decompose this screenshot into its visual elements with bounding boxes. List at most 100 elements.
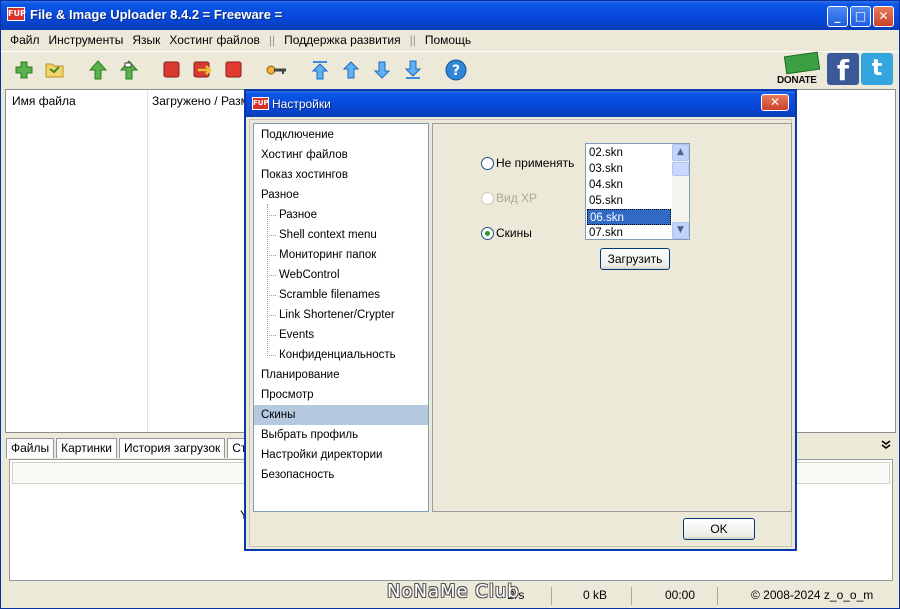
radio-circle bbox=[481, 191, 494, 205]
radio-skins[interactable]: Скины bbox=[481, 226, 532, 240]
ok-button[interactable]: OK bbox=[683, 518, 755, 540]
dialog-body: Подключение Хостинг файлов Показ хостингов… bbox=[249, 119, 792, 547]
column-divider bbox=[147, 90, 148, 432]
tab-images[interactable]: Картинки bbox=[56, 438, 117, 458]
minimize-button[interactable]: _ bbox=[827, 6, 848, 27]
tree-connector bbox=[267, 275, 276, 276]
tree-item-label: Scramble filenames bbox=[279, 289, 380, 301]
menu-language[interactable]: Язык bbox=[132, 33, 160, 47]
radio-circle[interactable] bbox=[481, 226, 494, 240]
facebook-icon[interactable]: f bbox=[827, 53, 859, 87]
tree-item-label: Безопасность bbox=[261, 469, 335, 481]
radio-none[interactable]: Не применять bbox=[481, 156, 574, 170]
donate-button[interactable]: DONATE bbox=[777, 51, 825, 86]
tree-item-label: Настройки директории bbox=[261, 449, 383, 461]
tree-item[interactable]: Events bbox=[254, 325, 428, 345]
toolbar: ? bbox=[1, 51, 899, 87]
tree-item[interactable]: Хостинг файлов bbox=[254, 145, 428, 165]
help-icon[interactable]: ? bbox=[445, 59, 467, 81]
tree-item-label: Просмотр bbox=[261, 389, 314, 401]
close-button[interactable]: ✕ bbox=[873, 6, 894, 27]
move-bottom-icon[interactable] bbox=[402, 59, 424, 81]
tree-item-label: Скины bbox=[261, 409, 296, 421]
skin-list-item[interactable]: 02.skn bbox=[587, 145, 671, 161]
upload-all-icon[interactable] bbox=[118, 59, 140, 81]
move-down-icon[interactable] bbox=[371, 59, 393, 81]
tree-item[interactable]: Показ хостингов bbox=[254, 165, 428, 185]
tree-item-label: Link Shortener/Crypter bbox=[279, 309, 395, 321]
menu-tools[interactable]: Инструменты bbox=[49, 33, 124, 47]
delete-icon[interactable] bbox=[223, 59, 245, 81]
tree-connector bbox=[267, 335, 276, 336]
skin-listbox[interactable]: ▲ ▼ 02.skn 03.skn 04.skn 05.skn 06.skn 07.skn bbox=[585, 143, 690, 240]
listbox-scrollbar[interactable]: ▲ ▼ bbox=[672, 144, 689, 239]
tree-item-label: Подключение bbox=[261, 129, 334, 141]
tree-item-label: Мониторинг папок bbox=[279, 249, 377, 261]
tree-item[interactable]: Разное bbox=[254, 185, 428, 205]
skins-panel: Не применять Вид XP Скины ▲ ▼ 02.skn 03.s… bbox=[432, 123, 792, 512]
title-bar: FUP File & Image Uploader 8.4.2 = Freewa… bbox=[1, 1, 899, 30]
menu-help[interactable]: Помощь bbox=[425, 33, 471, 47]
move-top-icon[interactable] bbox=[309, 59, 331, 81]
chevron-down-icon[interactable] bbox=[881, 439, 891, 453]
tree-item[interactable]: Настройки директории bbox=[254, 445, 428, 465]
tree-item[interactable]: WebControl bbox=[254, 265, 428, 285]
skin-list-item[interactable]: 05.skn bbox=[587, 193, 671, 209]
tree-item[interactable]: Scramble filenames bbox=[254, 285, 428, 305]
tree-item[interactable]: Разное bbox=[254, 205, 428, 225]
donate-label: DONATE bbox=[777, 75, 817, 86]
tree-item-label: Разное bbox=[279, 209, 317, 221]
add-icon[interactable] bbox=[13, 59, 35, 81]
maximize-button[interactable]: □ bbox=[850, 6, 871, 27]
dialog-title: Настройки bbox=[272, 97, 331, 111]
tree-connector bbox=[267, 295, 276, 296]
scroll-thumb[interactable] bbox=[672, 162, 689, 176]
tree-item[interactable]: Скины bbox=[254, 405, 428, 425]
scroll-up-icon[interactable]: ▲ bbox=[672, 144, 689, 161]
load-button[interactable]: Загрузить bbox=[600, 248, 670, 270]
tree-item[interactable]: Планирование bbox=[254, 365, 428, 385]
radio-xp: Вид XP bbox=[481, 191, 537, 205]
transfer-icon[interactable] bbox=[192, 59, 214, 81]
skin-list-item[interactable]: 04.skn bbox=[587, 177, 671, 193]
tree-item[interactable]: Подключение bbox=[254, 125, 428, 145]
stop-icon[interactable] bbox=[161, 59, 183, 81]
menu-separator: || bbox=[409, 33, 416, 47]
skin-list-item[interactable]: 03.skn bbox=[587, 161, 671, 177]
tree-item[interactable]: Выбрать профиль bbox=[254, 425, 428, 445]
tree-item[interactable]: Мониторинг папок bbox=[254, 245, 428, 265]
tree-item[interactable]: Link Shortener/Crypter bbox=[254, 305, 428, 325]
tree-item-label: Планирование bbox=[261, 369, 340, 381]
menu-separator: || bbox=[268, 33, 276, 47]
menu-file[interactable]: Файл bbox=[10, 33, 40, 47]
radio-none-label: Не применять bbox=[496, 156, 575, 170]
skin-list-item[interactable]: 07.skn bbox=[587, 225, 671, 241]
tab-files[interactable]: Файлы bbox=[6, 438, 55, 458]
tree-item-label: Shell context menu bbox=[279, 229, 377, 241]
menu-file-hosting[interactable]: Хостинг файлов bbox=[169, 33, 260, 47]
scroll-down-icon[interactable]: ▼ bbox=[672, 222, 689, 239]
radio-xp-label: Вид XP bbox=[496, 191, 538, 205]
tree-connector bbox=[267, 215, 276, 216]
menu-support[interactable]: Поддержка развития bbox=[284, 33, 400, 47]
twitter-icon[interactable]: t bbox=[861, 53, 893, 85]
app-icon: FUP bbox=[7, 7, 26, 21]
keys-icon[interactable] bbox=[266, 59, 288, 81]
column-header-filename[interactable]: Имя файла bbox=[12, 94, 76, 108]
tree-item[interactable]: Shell context menu bbox=[254, 225, 428, 245]
tab-upload-history[interactable]: История загрузок bbox=[119, 438, 226, 458]
column-header-uploaded[interactable]: Загружено / Разме bbox=[152, 94, 256, 108]
upload-icon[interactable] bbox=[87, 59, 109, 81]
skin-list-item[interactable]: 06.skn bbox=[587, 209, 671, 225]
dialog-close-button[interactable]: ✕ bbox=[761, 94, 789, 111]
tree-item[interactable]: Просмотр bbox=[254, 385, 428, 405]
tree-connector bbox=[267, 255, 276, 256]
radio-circle[interactable] bbox=[481, 156, 494, 170]
settings-tree[interactable]: Подключение Хостинг файлов Показ хостингов… bbox=[253, 123, 429, 512]
tree-item-label: Показ хостингов bbox=[261, 169, 348, 181]
move-up-icon[interactable] bbox=[340, 59, 362, 81]
folder-open-icon[interactable] bbox=[44, 59, 66, 81]
tree-item[interactable]: Безопасность bbox=[254, 465, 428, 485]
dialog-title-bar: FUP Настройки ✕ bbox=[246, 91, 795, 117]
tree-item[interactable]: Конфиденциальность bbox=[254, 345, 428, 365]
